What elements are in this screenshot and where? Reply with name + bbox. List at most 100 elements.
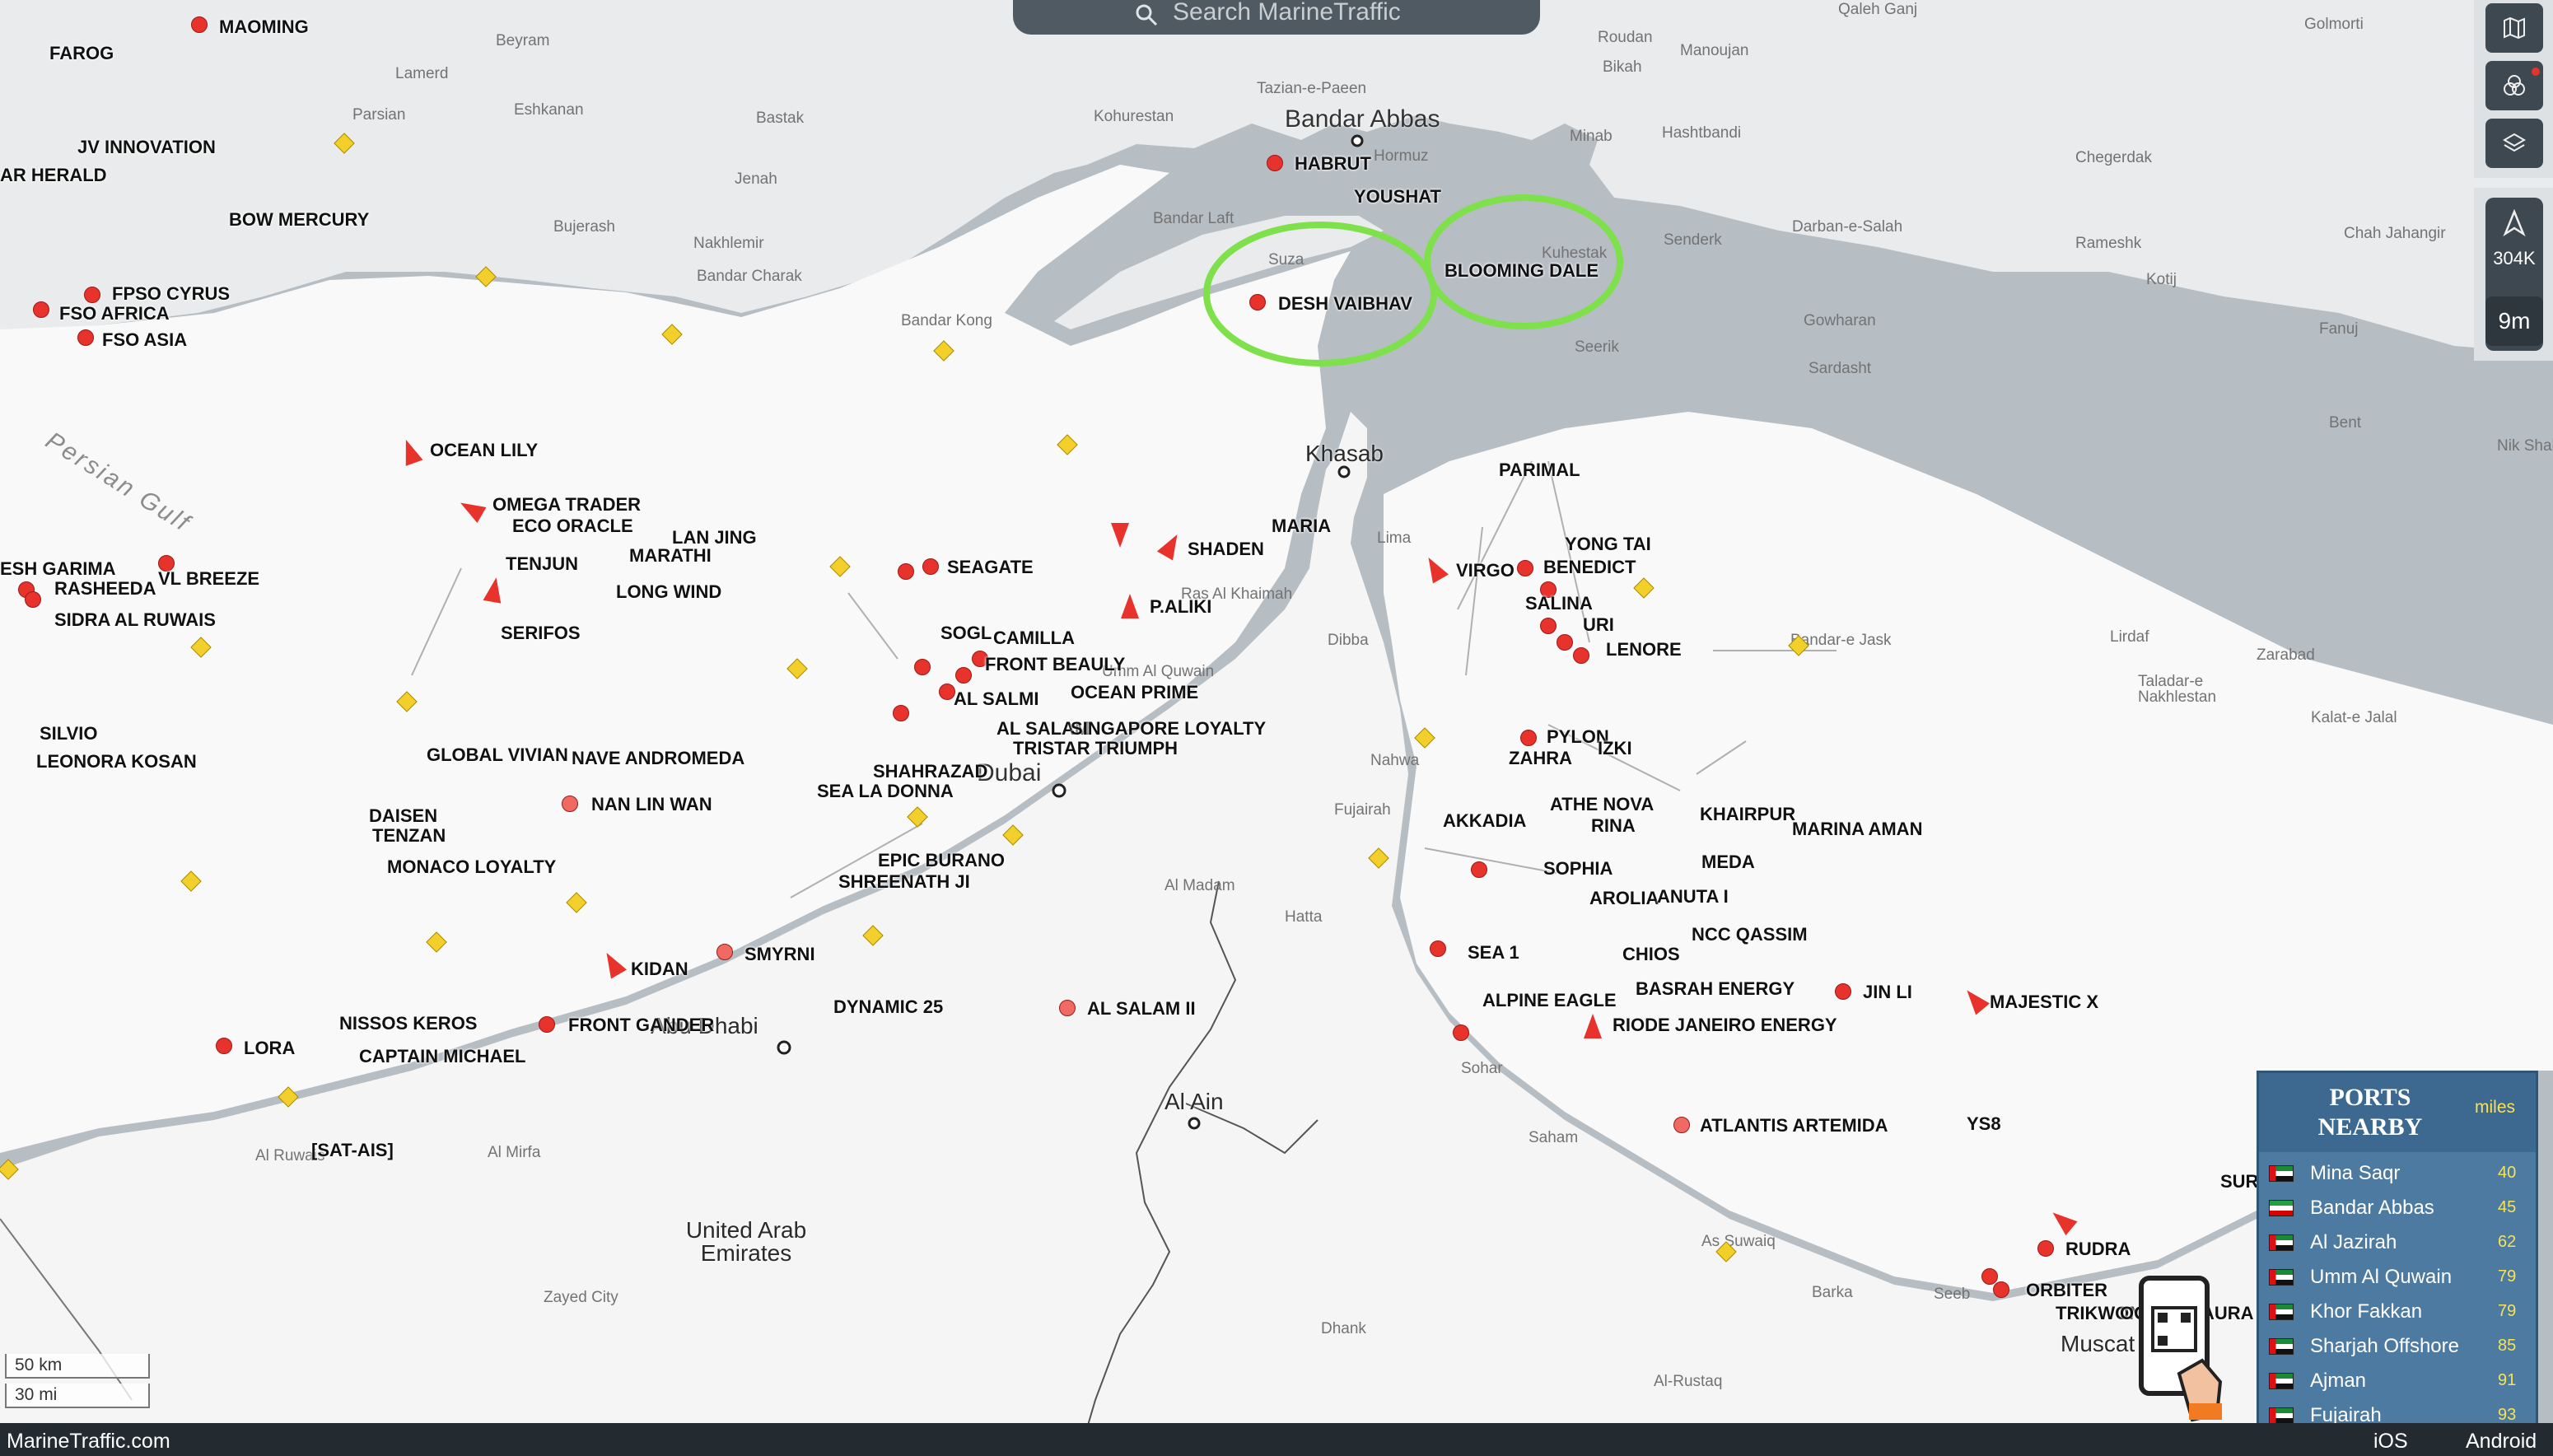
vessel-label[interactable]: FSO ASIA [102, 331, 187, 349]
vessel-label[interactable]: BLOOMING DALE [1445, 262, 1599, 280]
vessel-marker[interactable] [922, 558, 939, 575]
vessel-label[interactable]: AKKADIA [1443, 812, 1526, 830]
vessel-label[interactable]: BASRAH ENERGY [1636, 980, 1795, 998]
vessel-label[interactable]: TENZAN [372, 827, 446, 845]
vessel-marker[interactable] [1517, 560, 1533, 576]
search-bar[interactable]: Search MarineTraffic [1013, 0, 1540, 35]
vessel-marker[interactable] [898, 563, 914, 580]
port-name[interactable]: Al Jazirah [2310, 1231, 2397, 1254]
vessel-label[interactable]: NISSOS KEROS [339, 1015, 477, 1033]
vessel-label[interactable]: AL SALMI [954, 690, 1038, 708]
vessel-label[interactable]: SOGL [940, 624, 992, 642]
vessel-marker[interactable] [1471, 861, 1487, 878]
vessel-label[interactable]: DESH VAIBHAV [1278, 295, 1412, 313]
vessel-label[interactable]: SOPHIA [1543, 860, 1613, 878]
vessel-marker[interactable] [1267, 155, 1283, 171]
vessel-label[interactable]: CHIOS [1622, 945, 1680, 964]
vessel-label[interactable]: ANUTA I [1657, 888, 1729, 906]
vessel-label[interactable]: TENJUN [506, 555, 578, 573]
port-name[interactable]: Sharjah Offshore [2310, 1335, 2459, 1358]
vessel-marker[interactable] [1430, 940, 1446, 957]
vessel-label[interactable]: ESH GARIMA [0, 560, 116, 578]
port-name[interactable]: Umm Al Quwain [2310, 1266, 2452, 1289]
vessel-label[interactable]: TRISTAR TRIUMPH [1013, 740, 1178, 758]
app-qr-promo[interactable] [2138, 1275, 2229, 1423]
vessel-label[interactable]: SHAHRAZAD [873, 763, 987, 781]
vessel-marker[interactable] [33, 301, 49, 318]
vessel-marker[interactable] [1835, 983, 1851, 1000]
vessel-label[interactable]: SERIFOS [501, 624, 581, 642]
search-input[interactable]: Search MarineTraffic [1173, 0, 1401, 26]
vessel-label[interactable]: AR HERALD [0, 166, 107, 184]
port-row[interactable]: Bandar Abbas 45 [2269, 1190, 2529, 1223]
vessel-label[interactable]: MARIA [1272, 517, 1331, 535]
port-row[interactable]: Ajman 91 [2269, 1363, 2529, 1396]
vessel-label[interactable]: VL BREEZE [158, 570, 259, 588]
vessel-label[interactable]: LORA [244, 1039, 295, 1057]
vessel-marker[interactable] [84, 287, 100, 303]
vessel-label[interactable]: YS8 [1967, 1115, 2001, 1133]
vessel-label[interactable]: SALINA [1525, 595, 1593, 613]
vessel-label[interactable]: DYNAMIC 25 [833, 998, 943, 1016]
vessel-marker[interactable] [1121, 594, 1139, 618]
vessel-label[interactable]: MARINA AMAN [1792, 820, 1922, 838]
vessel-label[interactable]: AL SALAM II [1087, 1000, 1196, 1018]
vessel-label[interactable]: ATHE NOVA [1550, 796, 1654, 814]
vessel-label[interactable]: FRONT GANDER [568, 1016, 714, 1034]
vessel-label[interactable]: PARIMAL [1499, 461, 1580, 479]
vessel-label[interactable]: NAVE ANDROMEDA [572, 749, 744, 768]
vessel-label[interactable]: SINGAPORE LOYALTY [1071, 720, 1266, 738]
vessel-label[interactable]: NCC QASSIM [1692, 926, 1808, 944]
vessel-marker[interactable] [914, 659, 931, 675]
vessel-label[interactable]: SHREENATH JI [838, 873, 970, 891]
vessel-label[interactable]: KIDAN [631, 960, 688, 978]
vessel-marker[interactable] [77, 329, 94, 346]
vessel-marker[interactable] [939, 684, 955, 700]
vessel-marker[interactable] [2037, 1240, 2054, 1257]
vessel-label[interactable]: SILVIO [40, 725, 98, 743]
vessel-label[interactable]: LENORE [1606, 641, 1682, 659]
vessel-label[interactable]: SMYRNI [744, 945, 815, 964]
port-row[interactable]: Mina Saqr 40 [2269, 1155, 2529, 1188]
vessel-label[interactable]: FPSO CYRUS [112, 285, 230, 303]
vessel-label[interactable]: GLOBAL VIVIAN [427, 746, 568, 764]
ios-link[interactable]: iOS [2373, 1430, 2408, 1454]
vessel-marker[interactable] [955, 667, 972, 684]
vessel-label[interactable]: DAISEN [369, 807, 437, 825]
vessel-label[interactable]: ATLANTIS ARTEMIDA [1700, 1117, 1888, 1135]
vessel-marker[interactable] [1249, 294, 1266, 310]
port-row[interactable]: Khor Fakkan 79 [2269, 1294, 2529, 1327]
vessel-label[interactable]: MONACO LOYALTY [387, 858, 556, 876]
vessel-label[interactable]: ORBITER [2026, 1281, 2107, 1300]
android-link[interactable]: Android [2466, 1430, 2537, 1454]
vessel-marker[interactable] [1673, 1117, 1690, 1133]
map-canvas[interactable] [0, 0, 2553, 1456]
vessel-label[interactable]: OCEAN LILY [430, 441, 538, 460]
vessel-label[interactable]: RINA [1591, 817, 1636, 835]
vessel-label[interactable]: LEONORA KOSAN [36, 753, 197, 771]
vessel-label[interactable]: NAN LIN WAN [591, 796, 712, 814]
vessel-label[interactable]: JIN LI [1863, 983, 1912, 1001]
vessel-label[interactable]: RUDRA [2065, 1240, 2131, 1258]
vessel-marker[interactable] [1059, 1000, 1076, 1016]
vessel-marker[interactable] [539, 1016, 555, 1033]
vessel-marker[interactable] [1540, 618, 1557, 634]
vessel-label[interactable]: RIODE JANEIRO ENERGY [1613, 1016, 1837, 1034]
port-row[interactable]: Umm Al Quwain 79 [2269, 1259, 2529, 1292]
vessel-label[interactable]: SHADEN [1188, 540, 1264, 558]
vessel-label[interactable]: EPIC BURANO [878, 852, 1005, 870]
vessel-label[interactable]: [SAT-AIS] [311, 1141, 394, 1160]
vessel-label[interactable]: MAJESTIC X [1990, 993, 2098, 1011]
vessel-marker[interactable] [1584, 1014, 1602, 1038]
vessel-marker[interactable] [1520, 730, 1537, 746]
vessel-marker[interactable] [1573, 647, 1589, 664]
vessel-label[interactable]: OMEGA TRADER [492, 496, 641, 514]
filters-button[interactable] [2485, 61, 2543, 110]
vessel-label[interactable]: HABRUT [1295, 155, 1371, 173]
vessel-label[interactable]: LONG WIND [616, 583, 721, 601]
port-name[interactable]: Khor Fakkan [2310, 1300, 2422, 1323]
vessel-marker[interactable] [716, 944, 733, 960]
time-range-button[interactable]: 9m [2485, 296, 2543, 346]
vessel-label[interactable]: ECO ORACLE [512, 517, 633, 535]
vessel-label[interactable]: FRONT BEAULY [985, 656, 1125, 674]
